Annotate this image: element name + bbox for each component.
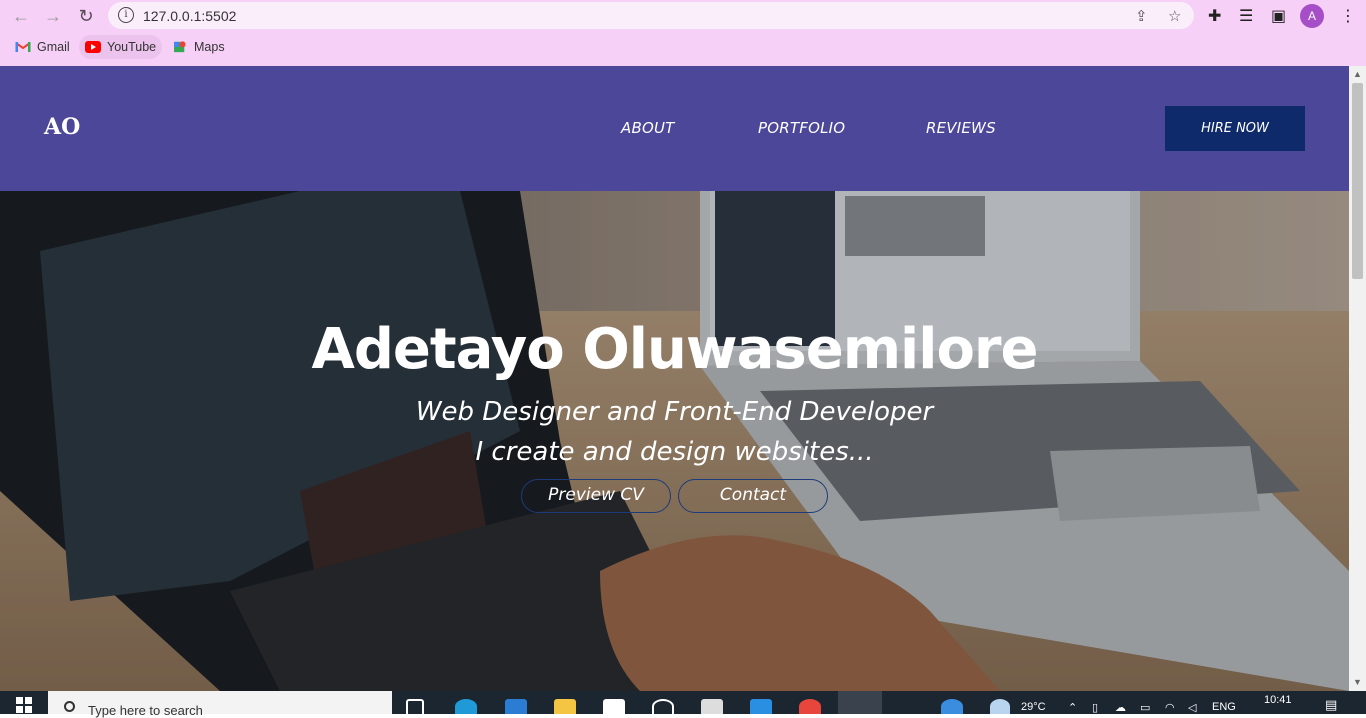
windows-start-icon[interactable] xyxy=(16,697,32,713)
tray-chevron-icon[interactable]: ⌃ xyxy=(1068,701,1077,714)
chrome-icon[interactable] xyxy=(799,699,821,714)
nav-link-about[interactable]: ABOUT xyxy=(621,119,675,137)
search-icon xyxy=(64,701,75,712)
side-panel-icon[interactable]: ▣ xyxy=(1271,6,1286,26)
bookmark-star-icon[interactable]: ☆ xyxy=(1168,7,1181,25)
vscode-icon[interactable] xyxy=(750,699,772,714)
gmail-icon xyxy=(15,42,31,52)
mail-icon[interactable] xyxy=(505,699,527,714)
browser-chrome: ← → ↻ i 127.0.0.1:5502 ⇪ ☆ ✚ ☰ ▣ A ⋮ Gma… xyxy=(0,0,1366,66)
dropbox-icon[interactable] xyxy=(701,699,723,714)
media-control-icon[interactable]: ☰ xyxy=(1239,6,1253,26)
onedrive-icon[interactable]: ☁ xyxy=(1115,701,1126,714)
site-info-icon[interactable]: i xyxy=(118,7,134,23)
file-explorer-icon[interactable] xyxy=(554,699,576,714)
bookmark-label: Maps xyxy=(194,40,225,54)
hero-subtitle-role: Web Designer and Front-End Developer xyxy=(415,397,934,427)
address-bar[interactable]: i 127.0.0.1:5502 ⇪ ☆ xyxy=(108,2,1194,29)
hire-now-button[interactable]: HIRE NOW xyxy=(1165,106,1305,151)
language-indicator[interactable]: ENG xyxy=(1212,701,1236,713)
taskbar: Type here to search 29°C ⌃ ▯ ☁ ▭ ◠ ◁ ENG… xyxy=(0,691,1366,718)
task-view-icon[interactable] xyxy=(406,699,424,714)
scrollbar-thumb[interactable] xyxy=(1352,83,1363,279)
edge-icon[interactable] xyxy=(455,699,477,714)
hero-subtitle-tagline: I create and design websites... xyxy=(475,437,874,467)
page-viewport: AO ABOUT PORTFOLIO REVIEWS HIRE NOW Adet… xyxy=(0,66,1349,691)
profile-avatar[interactable]: A xyxy=(1300,4,1324,28)
nav-link-portfolio[interactable]: PORTFOLIO xyxy=(758,119,845,137)
browser-toolbar: ← → ↻ i 127.0.0.1:5502 ⇪ ☆ ✚ ☰ ▣ A ⋮ xyxy=(0,0,1366,32)
bookmark-label: YouTube xyxy=(107,40,157,54)
search-placeholder[interactable]: Type here to search xyxy=(88,703,203,718)
tray-device-icon[interactable]: ▯ xyxy=(1092,701,1098,714)
taskbar-search[interactable]: Type here to search xyxy=(48,691,392,718)
weather-icon xyxy=(990,699,1010,714)
back-icon[interactable]: ← xyxy=(9,4,33,28)
hero-section: Adetayo Oluwasemilore Web Designer and F… xyxy=(0,191,1349,691)
site-logo[interactable]: AO xyxy=(44,114,80,140)
contact-button[interactable]: Contact xyxy=(678,479,828,513)
tray-battery-icon[interactable]: ▭ xyxy=(1140,701,1150,714)
page-scrollbar[interactable]: ▲ ▼ xyxy=(1349,66,1366,691)
bookmark-maps[interactable]: Maps xyxy=(166,35,231,59)
hero-title: Adetayo Oluwasemilore xyxy=(311,317,1038,382)
bookmark-gmail[interactable]: Gmail xyxy=(9,35,76,59)
notifications-icon[interactable]: ▤ xyxy=(1325,697,1337,713)
bookmark-label: Gmail xyxy=(37,40,70,54)
active-app-icon[interactable] xyxy=(838,691,882,714)
reload-icon[interactable]: ↻ xyxy=(74,4,98,28)
scroll-down-icon[interactable]: ▼ xyxy=(1353,677,1362,687)
nav-link-reviews[interactable]: REVIEWS xyxy=(926,119,996,137)
site-header: AO ABOUT PORTFOLIO REVIEWS HIRE NOW xyxy=(0,66,1349,191)
wifi-icon[interactable]: ◠ xyxy=(1165,701,1175,714)
url-text[interactable]: 127.0.0.1:5502 xyxy=(143,8,236,24)
app-hexagon-icon[interactable] xyxy=(652,699,674,714)
bookmarks-bar: Gmail YouTube Maps xyxy=(0,34,1366,60)
bookmark-youtube[interactable]: YouTube xyxy=(79,35,163,59)
amazon-icon[interactable] xyxy=(603,699,625,714)
share-icon[interactable]: ⇪ xyxy=(1135,7,1148,25)
menu-kebab-icon[interactable]: ⋮ xyxy=(1340,6,1356,26)
preview-cv-button[interactable]: Preview CV xyxy=(521,479,671,513)
volume-icon[interactable]: ◁ xyxy=(1188,701,1196,714)
clock-time[interactable]: 10:41 xyxy=(1264,694,1292,706)
youtube-icon xyxy=(85,41,101,53)
extensions-icon[interactable]: ✚ xyxy=(1208,6,1221,26)
maps-icon xyxy=(174,41,186,53)
scroll-up-icon[interactable]: ▲ xyxy=(1353,69,1362,79)
temperature-text: 29°C xyxy=(1021,701,1046,713)
help-icon[interactable] xyxy=(941,699,963,714)
forward-icon[interactable]: → xyxy=(41,4,65,28)
